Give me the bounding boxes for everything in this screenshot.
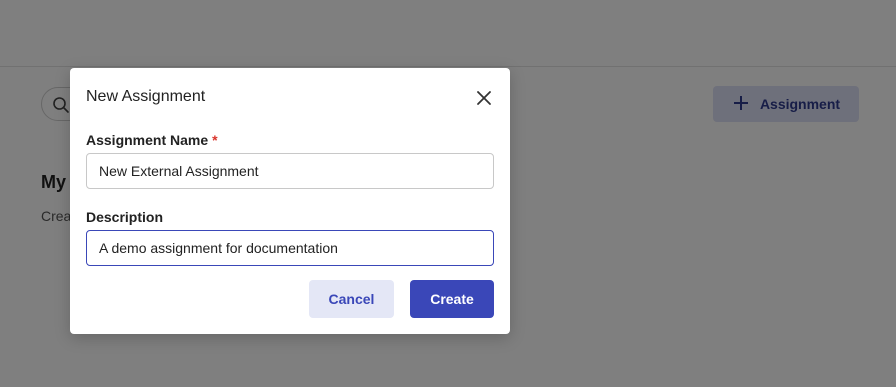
close-icon bbox=[474, 91, 494, 111]
new-assignment-dialog: New Assignment Assignment Name* Descript… bbox=[70, 68, 510, 334]
required-marker: * bbox=[212, 132, 218, 148]
assignment-name-label: Assignment Name * bbox=[86, 132, 218, 148]
description-field[interactable] bbox=[86, 230, 494, 266]
cancel-button[interactable]: Cancel bbox=[309, 280, 394, 318]
dialog-title: New Assignment bbox=[86, 88, 206, 105]
assignment-name-label-text: Assignment Name bbox=[86, 132, 209, 148]
assignment-name-field[interactable] bbox=[86, 153, 494, 189]
close-button[interactable] bbox=[474, 88, 494, 108]
description-label: Description bbox=[86, 209, 164, 225]
create-button[interactable]: Create bbox=[410, 280, 494, 318]
